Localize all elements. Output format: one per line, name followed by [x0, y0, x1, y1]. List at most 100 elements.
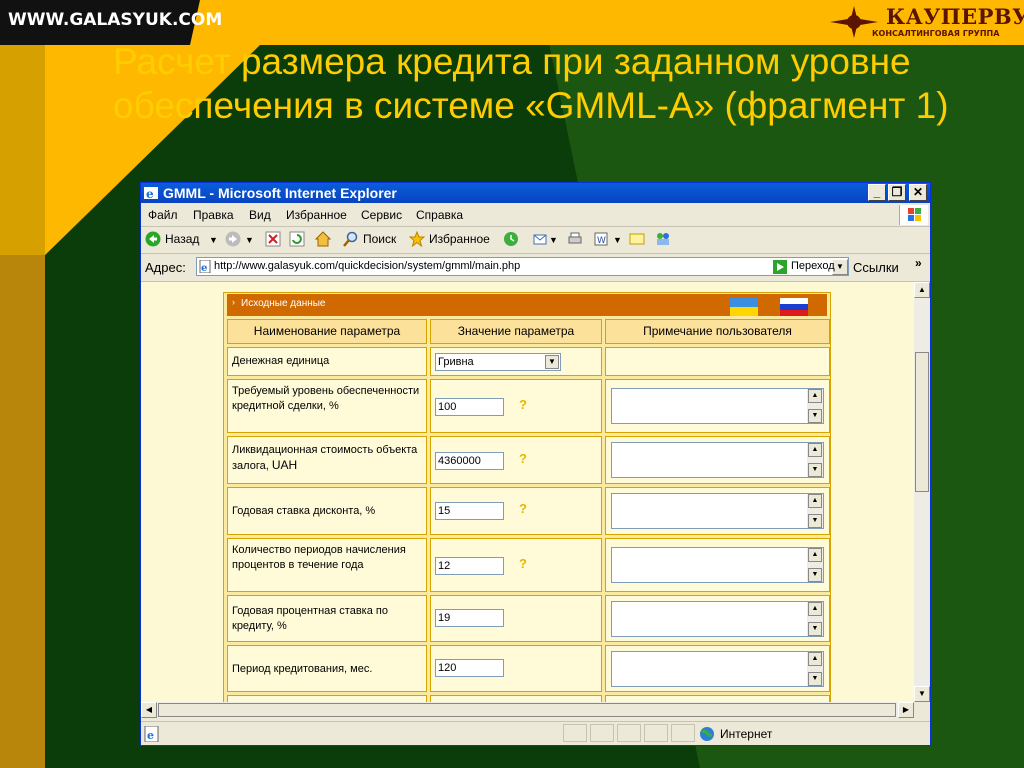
- mail-dropdown-icon[interactable]: ▼: [549, 235, 558, 245]
- internet-globe-icon: [700, 727, 714, 741]
- table-row-note: ▲ ▼: [605, 645, 830, 692]
- mail-icon[interactable]: [533, 231, 549, 247]
- interest-rate-input[interactable]: 19: [435, 609, 504, 627]
- note-textarea[interactable]: ▲ ▼: [611, 388, 824, 424]
- liquidation-value-input[interactable]: 4360000: [435, 452, 504, 470]
- scroll-right-icon[interactable]: ▶: [898, 702, 914, 718]
- arrow-down-icon[interactable]: ▼: [808, 622, 822, 636]
- periods-per-year-input[interactable]: 12: [435, 557, 504, 575]
- russia-flag-icon[interactable]: [780, 298, 808, 316]
- menu-favorites[interactable]: Избранное: [286, 208, 347, 222]
- arrow-up-icon[interactable]: ▲: [808, 602, 822, 616]
- edit-icon[interactable]: W: [593, 231, 609, 247]
- help-icon[interactable]: ?: [519, 451, 527, 466]
- note-scrollbar[interactable]: ▲ ▼: [807, 389, 823, 423]
- scroll-thumb[interactable]: [915, 352, 929, 492]
- help-icon[interactable]: ?: [519, 556, 527, 571]
- menu-tools[interactable]: Сервис: [361, 208, 402, 222]
- scroll-left-icon[interactable]: ◀: [141, 702, 157, 718]
- menu-view[interactable]: Вид: [249, 208, 271, 222]
- forward-dropdown-icon[interactable]: ▼: [245, 235, 254, 245]
- chevron-down-icon[interactable]: ▼: [545, 355, 559, 369]
- back-arrow-icon[interactable]: [145, 231, 161, 247]
- help-icon[interactable]: ?: [519, 501, 527, 516]
- coverage-level-input[interactable]: 100: [435, 398, 504, 416]
- history-icon[interactable]: [503, 231, 519, 247]
- note-textarea[interactable]: ▲ ▼: [611, 547, 824, 583]
- company-logo: КАУПЕРВУД КОНСАЛТИНГОВАЯ ГРУППА: [828, 2, 1024, 42]
- search-icon[interactable]: [343, 231, 359, 247]
- search-button[interactable]: Поиск: [363, 232, 396, 246]
- refresh-icon[interactable]: [289, 231, 305, 247]
- loan-term-input[interactable]: 120: [435, 659, 504, 677]
- menu-file[interactable]: Файл: [148, 208, 178, 222]
- table-row-currency-value: Гривна ▼: [430, 347, 602, 376]
- chevron-right-icon[interactable]: »: [915, 256, 922, 270]
- svg-text:e: e: [146, 187, 154, 201]
- status-panel: [644, 724, 668, 742]
- table-row-label: Требуемый уровень обеспеченности кредитн…: [227, 379, 427, 433]
- ie-icon: e: [144, 187, 158, 201]
- scroll-thumb-horizontal[interactable]: [158, 703, 896, 717]
- scroll-up-icon[interactable]: ▲: [914, 282, 930, 298]
- table-row-note: ▲ ▼: [605, 538, 830, 592]
- forward-arrow-icon[interactable]: [225, 231, 241, 247]
- column-header-value: Значение параметра: [430, 319, 602, 344]
- close-button[interactable]: ✕: [909, 184, 927, 201]
- note-scrollbar[interactable]: ▲ ▼: [807, 548, 823, 582]
- links-button[interactable]: Ссылки: [853, 260, 899, 275]
- table-row-value: 100 ?: [430, 379, 602, 433]
- param-label: Денежная единица: [232, 355, 330, 367]
- column-header-note: Примечание пользователя: [605, 319, 830, 344]
- note-scrollbar[interactable]: ▲ ▼: [807, 652, 823, 686]
- minimize-button[interactable]: _: [868, 184, 886, 201]
- back-button[interactable]: Назад: [165, 232, 199, 246]
- scroll-down-icon[interactable]: ▼: [914, 686, 930, 702]
- note-scrollbar[interactable]: ▲ ▼: [807, 494, 823, 528]
- back-dropdown-icon[interactable]: ▼: [209, 235, 218, 245]
- stop-icon[interactable]: [265, 231, 281, 247]
- go-button[interactable]: Переход: [791, 260, 835, 272]
- arrow-down-icon[interactable]: ▼: [808, 568, 822, 582]
- note-textarea[interactable]: ▲ ▼: [611, 601, 824, 637]
- arrow-up-icon[interactable]: ▲: [808, 652, 822, 666]
- favorites-button[interactable]: Избранное: [429, 232, 490, 246]
- print-icon[interactable]: [567, 231, 583, 247]
- discount-rate-input[interactable]: 15: [435, 502, 504, 520]
- note-textarea[interactable]: ▲ ▼: [611, 651, 824, 687]
- table-row-note: [605, 695, 830, 702]
- arrow-up-icon[interactable]: ▲: [808, 548, 822, 562]
- arrow-right-icon: ›: [232, 297, 235, 307]
- table-row-note: ▲ ▼: [605, 487, 830, 535]
- favorites-star-icon[interactable]: [409, 231, 425, 247]
- help-icon[interactable]: ?: [519, 397, 527, 412]
- note-scrollbar[interactable]: ▲ ▼: [807, 443, 823, 477]
- home-icon[interactable]: [315, 231, 331, 247]
- vertical-scrollbar[interactable]: ▲ ▼: [914, 282, 930, 702]
- messenger-icon[interactable]: [655, 231, 671, 247]
- arrow-down-icon[interactable]: ▼: [808, 672, 822, 686]
- restore-button[interactable]: ❐: [888, 184, 906, 201]
- menu-edit[interactable]: Правка: [193, 208, 234, 222]
- discuss-icon[interactable]: [629, 231, 645, 247]
- go-arrow-icon[interactable]: [773, 260, 787, 274]
- arrow-up-icon[interactable]: ▲: [808, 494, 822, 508]
- status-panel: [671, 724, 695, 742]
- param-label: Годовая ставка дисконта, %: [232, 505, 376, 517]
- note-scrollbar[interactable]: ▲ ▼: [807, 602, 823, 636]
- arrow-down-icon[interactable]: ▼: [808, 409, 822, 423]
- ukraine-flag-icon[interactable]: [730, 298, 758, 316]
- arrow-down-icon[interactable]: ▼: [808, 463, 822, 477]
- note-textarea[interactable]: ▲ ▼: [611, 442, 824, 478]
- note-textarea[interactable]: ▲ ▼: [611, 493, 824, 529]
- arrow-up-icon[interactable]: ▲: [808, 389, 822, 403]
- arrow-up-icon[interactable]: ▲: [808, 443, 822, 457]
- arrow-down-icon[interactable]: ▼: [808, 514, 822, 528]
- param-label: Требуемый уровень обеспеченности кредитн…: [232, 385, 420, 412]
- currency-select[interactable]: Гривна ▼: [435, 353, 561, 371]
- table-row-label: Период кредитования, мес.: [227, 645, 427, 692]
- horizontal-scrollbar[interactable]: ◀ ▶: [141, 702, 914, 718]
- address-input[interactable]: e http://www.galasyuk.com/quickdecision/…: [196, 257, 849, 276]
- edit-dropdown-icon[interactable]: ▼: [613, 235, 622, 245]
- menu-help[interactable]: Справка: [416, 208, 463, 222]
